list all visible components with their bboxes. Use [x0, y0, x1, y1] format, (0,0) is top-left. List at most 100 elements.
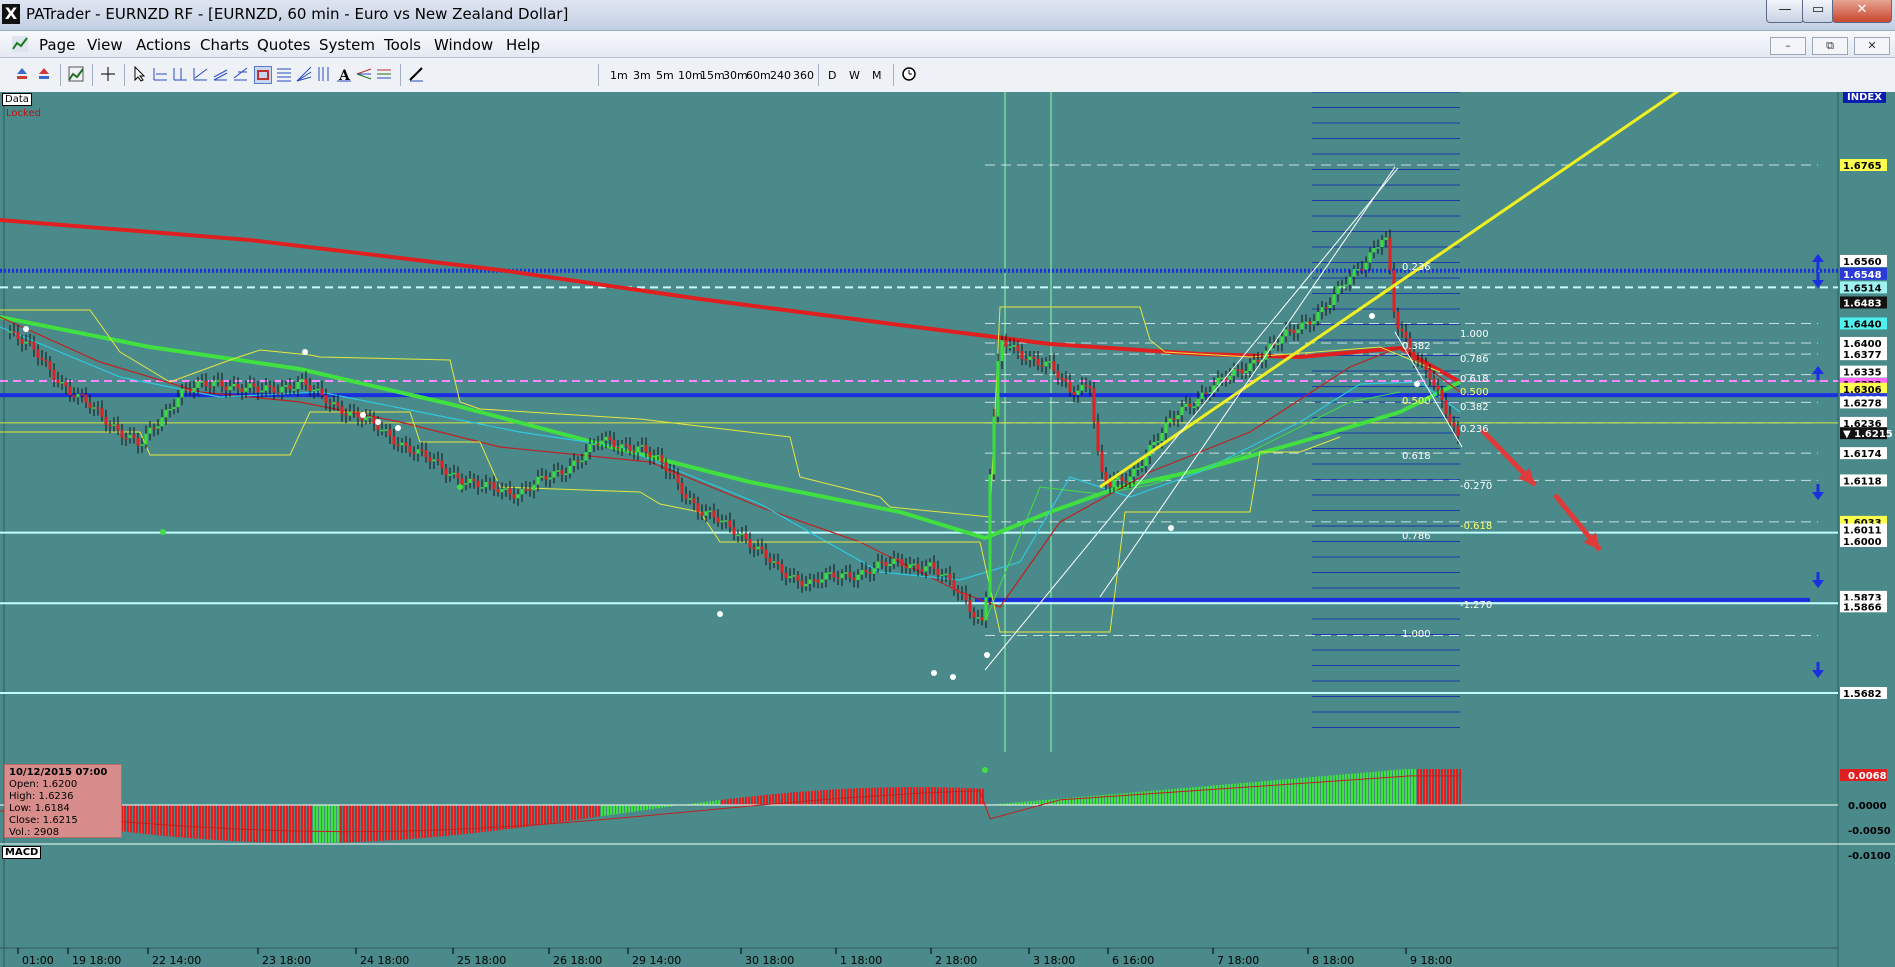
- price-bar-body: [1204, 392, 1208, 395]
- trendline-icon[interactable]: [192, 66, 208, 82]
- price-bar-body: [856, 574, 860, 580]
- macd-bar: [904, 787, 906, 805]
- macd-bar: [1456, 769, 1458, 805]
- data-tab[interactable]: Data: [2, 93, 32, 106]
- draw-pencil-icon[interactable]: [408, 66, 424, 82]
- macd-bar: [586, 805, 588, 819]
- menu-quotes[interactable]: Quotes: [257, 36, 310, 54]
- timeframe-30m-button[interactable]: 30m: [723, 69, 748, 82]
- price-bar-body: [1416, 360, 1420, 362]
- channel-icon[interactable]: [212, 66, 228, 82]
- mdi-close-button[interactable]: ✕: [1854, 37, 1890, 55]
- time-label: 1 18:00: [840, 954, 882, 967]
- price-bar-body: [1008, 346, 1012, 348]
- period-monthly-button[interactable]: M: [872, 69, 882, 82]
- macd-bar: [274, 805, 276, 843]
- crosshair-icon[interactable]: [100, 66, 116, 82]
- zoom-out-icon[interactable]: [36, 66, 52, 82]
- menu-tools[interactable]: Tools: [384, 36, 421, 54]
- clock-icon[interactable]: [901, 66, 917, 82]
- rectangle-icon[interactable]: [254, 66, 272, 84]
- macd-bar: [1435, 769, 1437, 805]
- price-bar-body: [88, 402, 92, 409]
- timeframe-240-button[interactable]: 240: [770, 69, 791, 82]
- macd-bar: [1315, 776, 1317, 805]
- price-bar-body: [340, 406, 344, 415]
- macd-bar: [508, 805, 510, 829]
- price-bar-body: [1368, 252, 1372, 263]
- price-label: 1.5866: [1843, 602, 1882, 613]
- macd-bar: [1342, 774, 1344, 805]
- price-bar-body: [536, 476, 540, 485]
- timeframe-360-button[interactable]: 360: [793, 69, 814, 82]
- mdi-restore-button[interactable]: ⧉: [1812, 37, 1848, 55]
- macd-bar: [232, 805, 234, 842]
- timeframe-10m-button[interactable]: 10m: [678, 69, 703, 82]
- menu-window[interactable]: Window: [434, 36, 493, 54]
- menu-charts[interactable]: Charts: [200, 36, 249, 54]
- minimize-button[interactable]: —: [1766, 0, 1804, 23]
- macd-bar: [955, 787, 957, 805]
- macd-bar: [790, 792, 792, 805]
- macd-bar: [1303, 777, 1305, 805]
- timeframe-1m-button[interactable]: 1m: [610, 69, 628, 82]
- price-bar-body: [480, 487, 484, 489]
- text-tool-icon[interactable]: A: [336, 66, 352, 82]
- macd-bar: [730, 798, 732, 805]
- macd-bar: [529, 805, 531, 827]
- timeframe-15m-button[interactable]: 15m: [700, 69, 725, 82]
- fib-time-icon[interactable]: [316, 66, 332, 82]
- macd-bar: [337, 805, 339, 843]
- fibonacci-icon[interactable]: [232, 66, 248, 82]
- price-bar-body: [1296, 329, 1300, 334]
- period-daily-button[interactable]: D: [828, 69, 836, 82]
- price-bar-body: [1392, 270, 1396, 312]
- price-bar-body: [1044, 361, 1048, 367]
- cursor-icon[interactable]: [132, 66, 148, 82]
- macd-bar: [520, 805, 522, 828]
- period-weekly-button[interactable]: W: [849, 69, 860, 82]
- gann-icon[interactable]: [376, 66, 392, 82]
- maximize-button[interactable]: ▭: [1802, 0, 1834, 23]
- price-bar-body: [1344, 284, 1348, 287]
- locked-label: Locked: [6, 108, 41, 119]
- macd-bar: [748, 796, 750, 805]
- close-button[interactable]: ✕: [1832, 0, 1892, 23]
- price-bar-body: [108, 424, 112, 427]
- fib-retracement-icon[interactable]: [276, 66, 292, 82]
- fib-fan-icon[interactable]: [296, 66, 312, 82]
- macd-bar: [430, 805, 432, 838]
- mdi-minimize-button[interactable]: –: [1770, 37, 1806, 55]
- timeframe-60m-button[interactable]: 60m: [746, 69, 771, 82]
- macd-bar: [145, 805, 147, 835]
- macd-bar: [172, 805, 174, 837]
- menu-page[interactable]: Page: [39, 36, 75, 54]
- macd-bar: [571, 805, 573, 821]
- timeframe-3m-button[interactable]: 3m: [633, 69, 651, 82]
- macd-bar: [1138, 791, 1140, 805]
- macd-bar: [355, 805, 357, 843]
- menu-help[interactable]: Help: [506, 36, 540, 54]
- macd-bar: [1162, 789, 1164, 805]
- menu-actions[interactable]: Actions: [136, 36, 191, 54]
- macd-bar: [547, 805, 549, 824]
- zoom-in-icon[interactable]: [14, 66, 30, 82]
- macd-bar: [1282, 779, 1284, 805]
- macd-axis-label: -0.0100: [1848, 851, 1891, 862]
- macd-bar: [466, 805, 468, 834]
- price-bar-body: [968, 600, 972, 612]
- time-label: 2 18:00: [935, 954, 977, 967]
- time-label: 22 14:00: [152, 954, 201, 967]
- menu-view[interactable]: View: [87, 36, 123, 54]
- macd-bar: [517, 805, 519, 828]
- chart-type-icon[interactable]: [68, 66, 84, 82]
- price-bar-body: [224, 386, 228, 391]
- price-bar-body: [1452, 422, 1456, 427]
- vertical-line-icon[interactable]: [172, 66, 188, 82]
- price-chart[interactable]: 1.000 0.786 0.618 0.500 0.382 0.236 -0.270 -0.6…: [0, 92, 1895, 967]
- pitchfork-icon[interactable]: [356, 66, 372, 82]
- horizontal-line-icon[interactable]: [152, 66, 168, 82]
- price-bar-body: [1120, 476, 1124, 481]
- timeframe-5m-button[interactable]: 5m: [656, 69, 674, 82]
- menu-system[interactable]: System: [319, 36, 375, 54]
